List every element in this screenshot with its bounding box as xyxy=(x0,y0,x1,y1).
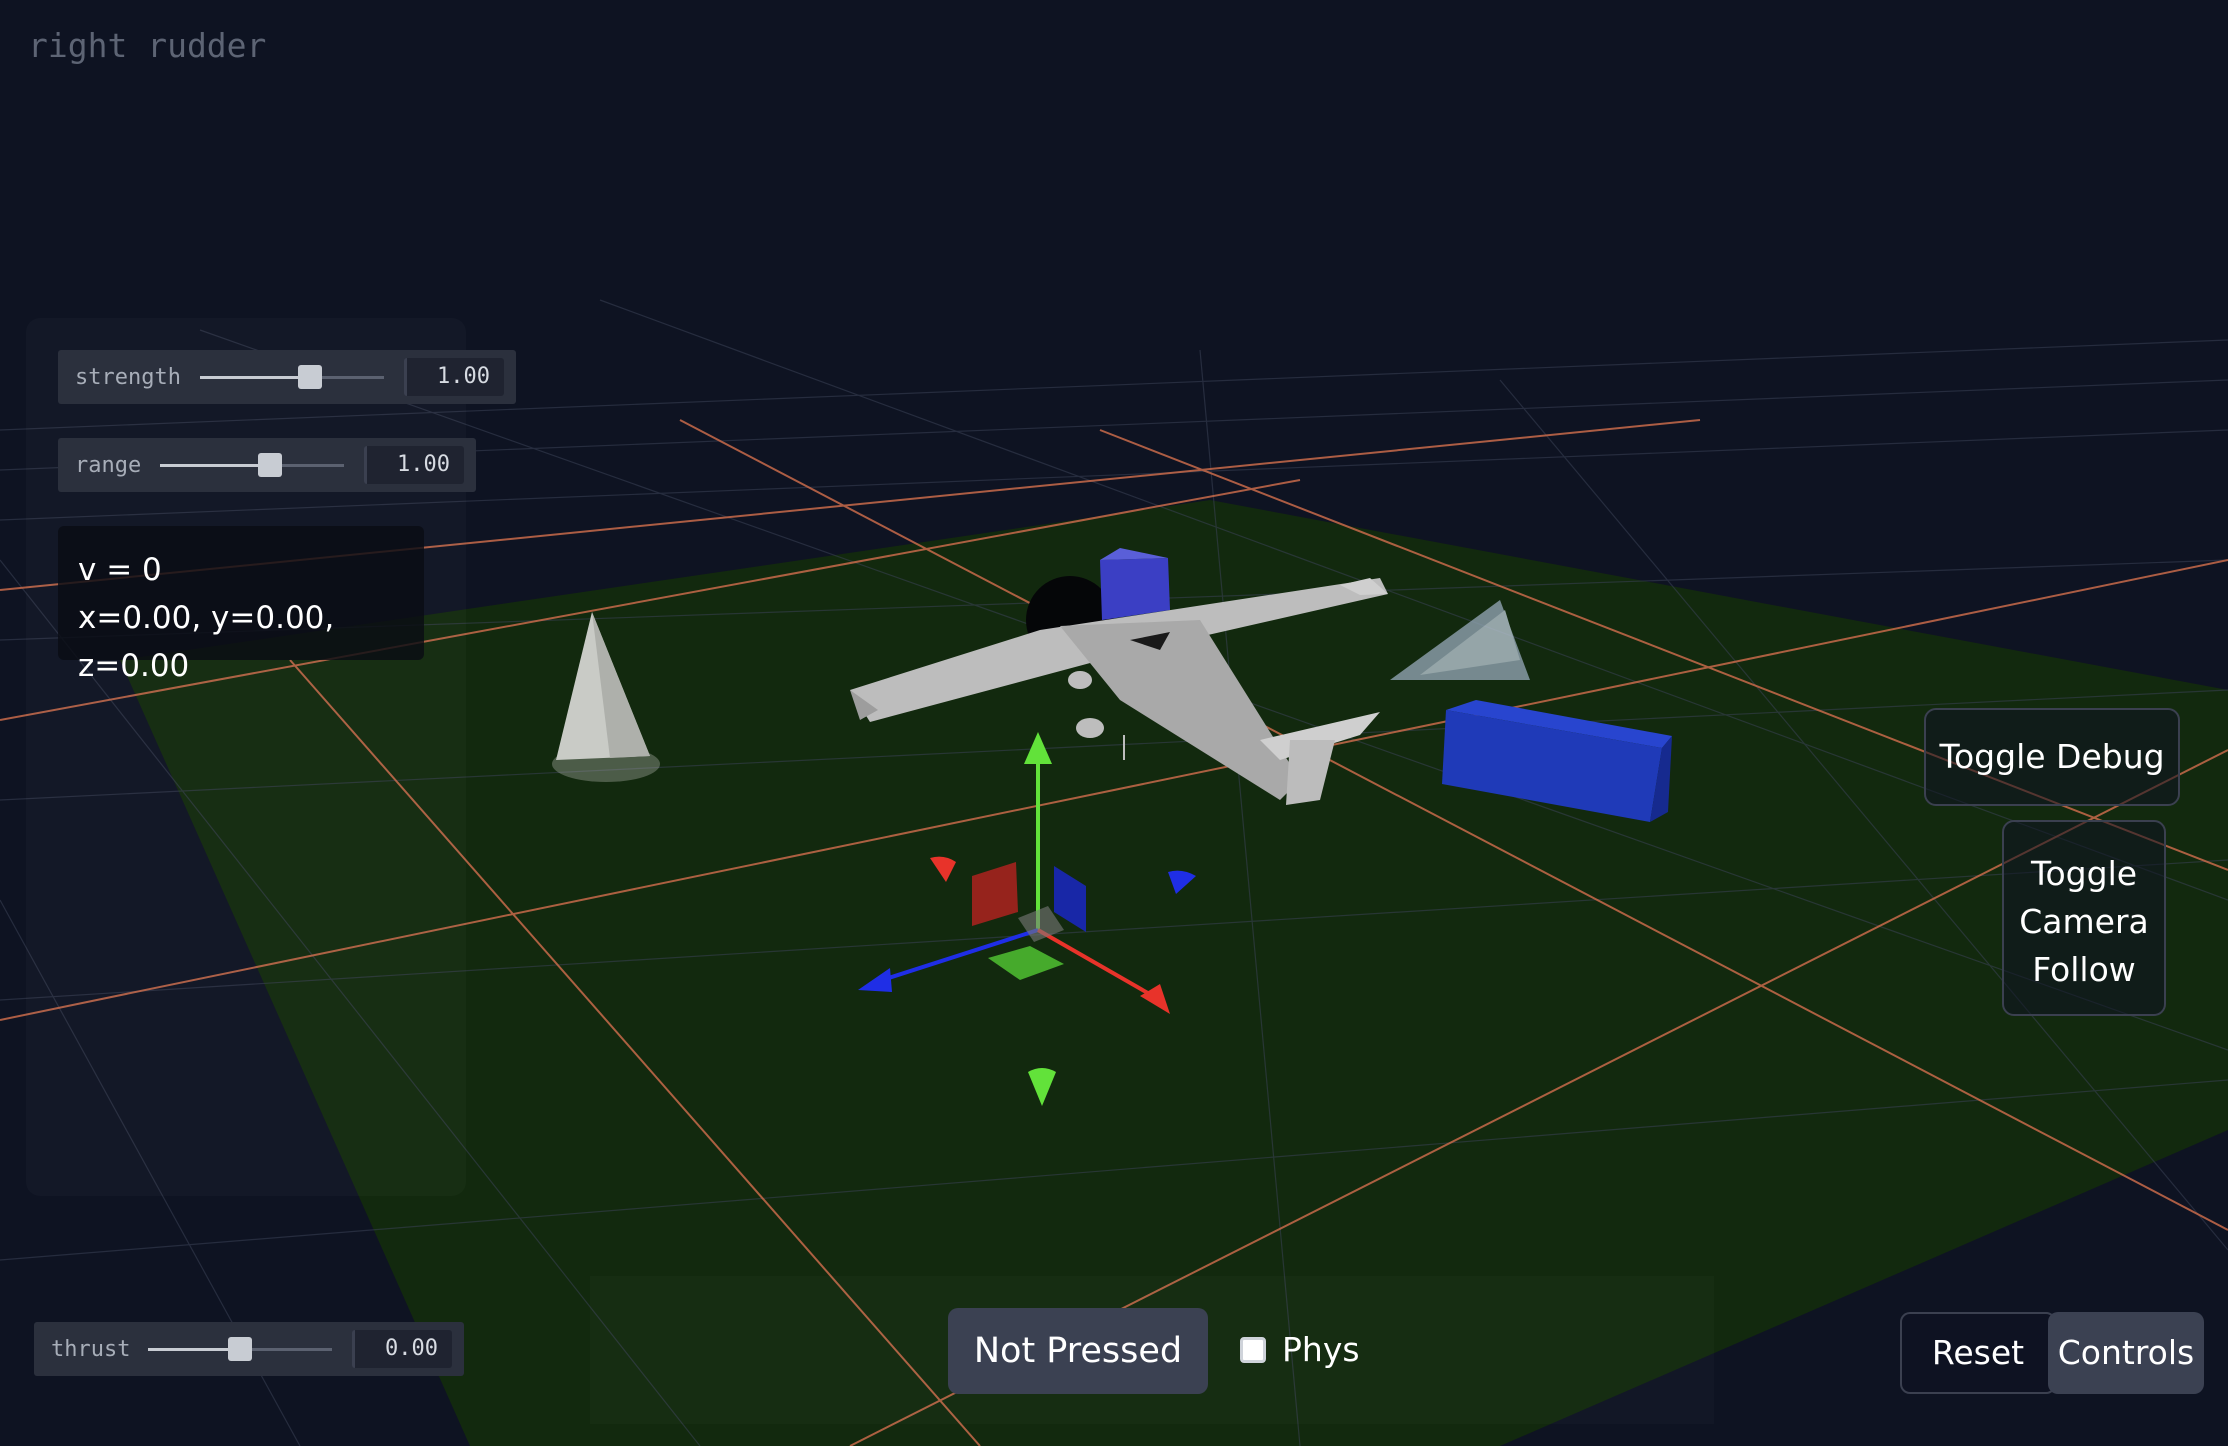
range-slider-fill xyxy=(160,464,271,467)
toggle-debug-button[interactable]: Toggle Debug xyxy=(1924,708,2180,806)
strength-slider-row: strength 1.00 xyxy=(58,350,516,404)
not-pressed-button[interactable]: Not Pressed xyxy=(948,1308,1208,1394)
range-value[interactable]: 1.00 xyxy=(364,446,464,484)
reset-label: Reset xyxy=(1931,1333,2025,1372)
reset-button[interactable]: Reset xyxy=(1900,1312,2056,1394)
toggle-camera-label-line1: Toggle xyxy=(2030,854,2138,893)
thrust-label: thrust xyxy=(51,1336,131,1362)
position-readout: v = 0 x=0.00, y=0.00, z=0.00 xyxy=(58,526,424,684)
thrust-value[interactable]: 0.00 xyxy=(352,1330,452,1368)
position-text: x=0.00, y=0.00, z=0.00 xyxy=(78,600,335,684)
controls-label: Controls xyxy=(2057,1333,2195,1372)
thrust-slider-fill xyxy=(148,1348,240,1351)
toggle-camera-label-line3: Follow xyxy=(2032,950,2136,989)
phys-toggle[interactable]: Phys xyxy=(1240,1330,1360,1369)
phys-checkbox[interactable] xyxy=(1240,1336,1266,1363)
strength-slider-thumb[interactable] xyxy=(298,365,323,389)
range-slider[interactable] xyxy=(160,453,344,477)
thrust-slider-row: thrust 0.00 xyxy=(34,1322,464,1376)
strength-slider[interactable] xyxy=(200,365,384,389)
status-text: right rudder xyxy=(28,26,267,65)
velocity-text: v = 0 xyxy=(78,552,162,588)
range-slider-thumb[interactable] xyxy=(258,453,283,477)
toggle-camera-follow-button[interactable]: Toggle Camera Follow xyxy=(2002,820,2166,1016)
thrust-slider[interactable] xyxy=(148,1337,332,1361)
range-slider-row: range 1.00 xyxy=(58,438,476,492)
range-label: range xyxy=(75,452,142,478)
strength-slider-fill xyxy=(200,376,311,379)
not-pressed-label: Not Pressed xyxy=(973,1331,1183,1371)
strength-label: strength xyxy=(75,364,181,390)
strength-value[interactable]: 1.00 xyxy=(404,358,504,396)
controls-button[interactable]: Controls xyxy=(2048,1312,2204,1394)
thrust-slider-thumb[interactable] xyxy=(228,1337,252,1361)
toggle-debug-label: Toggle Debug xyxy=(1939,737,2165,776)
phys-label: Phys xyxy=(1282,1330,1360,1369)
toggle-camera-label-line2: Camera xyxy=(2019,902,2149,941)
